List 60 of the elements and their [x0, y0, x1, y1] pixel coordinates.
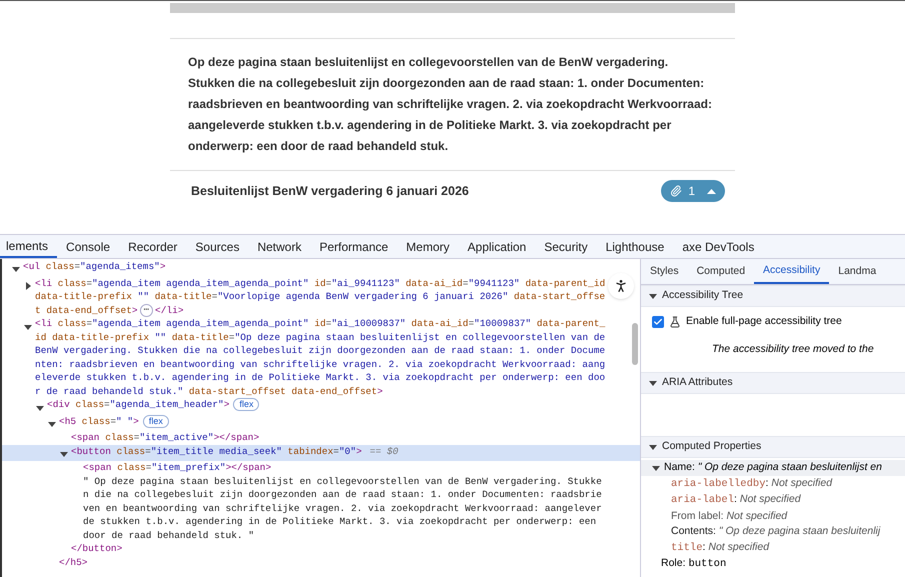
expand-triangle-icon[interactable] — [649, 443, 657, 451]
devtools-tab[interactable]: Network — [248, 235, 310, 258]
section-header[interactable]: ARIA Attributes — [641, 372, 905, 394]
property-row-text: Contents: " Op deze pagina staan besluitenlij — [670, 524, 882, 539]
checkbox[interactable] — [652, 316, 664, 328]
dom-node-row[interactable]: <li class="agenda_item agenda_item_agenda_point" id="ai_10009837" data-ai_id="10009837" data-parent_id data-title-prefix "" data-title="Op deze pagina staan besluitenlijst en collegevoorstellen van de BenW vergadering. Stukken die na collegebesluit zijn doorgezonden aan de raad staan: 1. onder Documenten: raadsbrieven en beantwoording van schriftelijke vragen. 2. via zoekopdracht Werkvoorraad: aangeleverde stukken t.b.v. agendering in de Politieke Markt. 3. via zoekopdracht per onderwerp: een door de raad behandeld stuk." data-start_offset data-end_offset> — [2, 317, 640, 398]
moved-note: The accessibility tree moved to the — [712, 342, 875, 357]
devtools-tab[interactable]: Application — [458, 235, 536, 258]
dom-node-row[interactable]: <li class="agenda_item agenda_item_agenda_point" id="ai_9941123" data-ai_id="9941123" data-parent_id data-title-prefix "" data-title="Voorlopige agenda BenW vergadering 6 januari 2026" data-start_offset data-end_offset> ⋯ </li> — [2, 276, 640, 318]
collapsed-ellipsis: ⋯ — [140, 304, 154, 316]
devtools-tab[interactable]: Recorder — [119, 235, 186, 258]
dom-node-row[interactable]: <span class="item_active"></span> — [2, 431, 640, 445]
dom-node-row[interactable]: </h5> — [2, 556, 640, 570]
dom-node-row[interactable]: <ul class="agenda_items"> — [2, 260, 640, 276]
flex-badge[interactable]: flex — [233, 398, 260, 412]
section-header[interactable]: Accessibility Tree — [641, 285, 905, 307]
devtools-tab[interactable]: Memory — [397, 235, 459, 258]
expand-triangle-icon[interactable] — [649, 379, 657, 387]
role-row-text: Role: button — [660, 556, 728, 572]
expand-triangle-icon[interactable] — [24, 322, 32, 330]
sidebar-tab[interactable]: Computed — [688, 259, 754, 284]
property-row-text: title: Not specified — [670, 540, 770, 556]
attachment-toggle[interactable]: 1 — [661, 180, 725, 202]
checkbox-label: Enable full-page accessibility tree — [686, 314, 842, 329]
dom-node-row[interactable]: <button class="item_title media_seek" tabindex="0"> == $0 — [2, 444, 640, 462]
devtools-tab[interactable]: Security — [535, 235, 597, 258]
devtools-tab[interactable]: Lighthouse — [596, 235, 674, 258]
sidebar-tab[interactable]: Styles — [641, 259, 688, 284]
paperclip-icon — [670, 185, 682, 197]
dom-node-row[interactable]: <h5 class=" "> flex — [2, 414, 640, 432]
expand-triangle-icon[interactable] — [48, 420, 56, 428]
expand-triangle-icon[interactable] — [12, 265, 20, 274]
devtools-tab[interactable]: Console — [57, 235, 120, 258]
property-row-text: From label: Not specified — [670, 508, 788, 524]
devtools-tab[interactable]: lements — [0, 235, 58, 258]
collapse-triangle-icon[interactable] — [24, 282, 32, 290]
devtools-tab[interactable]: Sources — [186, 235, 248, 258]
flask-icon — [669, 316, 681, 328]
section-header[interactable]: Computed Properties — [641, 436, 905, 458]
scrollbar-thumb — [632, 323, 638, 365]
item-title: Besluitenlijst BenW vergadering 6 januari 2026 — [191, 182, 469, 200]
flex-badge[interactable]: flex — [142, 414, 169, 428]
expand-triangle-icon[interactable] — [36, 404, 44, 412]
dom-node-row[interactable]: </button> — [2, 542, 640, 556]
expand-triangle-icon[interactable] — [649, 292, 657, 300]
sidebar-tab[interactable]: Landma — [829, 259, 886, 284]
name-property-row[interactable]: Name: " Op deze pagina staan besluitenlijst en — [641, 460, 905, 476]
dom-node-row[interactable]: " Op deze pagina staan besluitenlijst en collegevoorstellen van de BenW vergadering. Stukken die na collegebesluit zijn doorgezonden aan de raad staan: 1. onder Documenten: raadsbrieven en beantwoording van schriftelijke vragen. 2. via zoekopdracht Werkvoorraad: aangeleverde stukken t.b.v. agendering in de Politieke Markt. 3. via zoekopdracht per onderwerp: een door de raad behandeld stuk. " — [2, 474, 640, 542]
intro-paragraph: Op deze pagina staan besluitenlijst en collegevoorstellen van de BenW vergadering. Stukken die na collegebesluit zijn doorgezonden aan de raad staan: 1. onder Documenten: raadsbrieven en beantwoording van schriftelijke vragen. 2. via zoekopdracht Werkvoorraad: aangeleverde stukken t.b.v. agendering in de Politieke Markt. 3. via zoekopdracht per onderwerp: een door de raad behandeld stuk. — [188, 54, 713, 155]
property-row-text: aria-label: Not specified — [670, 492, 802, 508]
dom-node-row[interactable]: <div class="agenda_item_header"> flex — [2, 398, 640, 415]
dom-node-row[interactable]: <span class="item_prefix"></span> — [2, 461, 640, 475]
check-icon — [653, 316, 663, 327]
devtools-tab[interactable]: axe DevTools — [673, 235, 764, 258]
accessibility-button[interactable] — [608, 273, 634, 299]
expand-triangle-icon[interactable] — [652, 464, 660, 472]
expand-triangle-icon[interactable] — [60, 450, 68, 458]
caret-up-icon — [707, 188, 716, 194]
devtools-tab[interactable]: Performance — [310, 235, 398, 258]
property-row-text: aria-labelledby: Not specified — [670, 476, 834, 492]
